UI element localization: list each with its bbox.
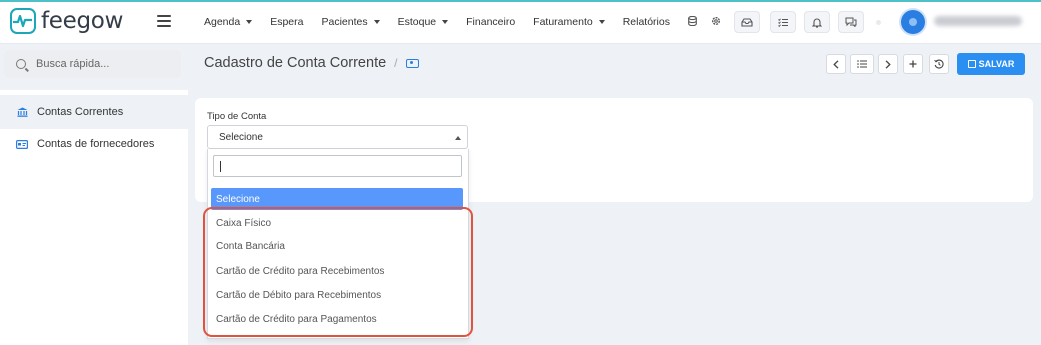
chat-icon[interactable] [838,11,864,33]
search-placeholder: Busca rápida... [36,58,110,70]
card-icon [16,139,28,149]
plus-icon [909,60,917,68]
logo-text: feegow [41,8,124,34]
caret-down-icon [373,20,380,24]
page-title: Cadastro de Conta Corrente / [204,55,419,71]
logo[interactable]: feegow [10,8,123,34]
menu-toggle-icon[interactable] [157,15,171,27]
caret-down-icon [442,20,449,24]
chevron-right-icon [885,59,891,69]
nav-label: Estoque [397,16,437,28]
save-button[interactable]: SALVAR [957,53,1025,75]
status-dot [876,20,881,25]
nav-label: Pacientes [321,16,368,28]
text-cursor [220,161,221,172]
heartbeat-icon [10,8,36,34]
bell-icon[interactable] [804,11,830,33]
nav-label: Financeiro [466,16,516,28]
main-nav: Agenda Espera Pacientes Estoque Financei… [204,0,735,44]
highlight-annotation [203,207,473,337]
bank-icon [16,107,28,117]
tipo-conta-label: Tipo de Conta [207,111,267,122]
nav-financeiro[interactable]: Financeiro [466,16,515,28]
nav-label: Relatórios [622,16,670,28]
gear-icon[interactable] [711,16,721,29]
nav-agenda[interactable]: Agenda [204,16,253,28]
nav-espera[interactable]: Espera [270,16,303,28]
save-label: SALVAR [978,59,1015,69]
history-icon [934,59,944,69]
tipo-conta-select[interactable]: Selecione [207,125,468,149]
quick-search-input[interactable]: Busca rápida... [4,50,181,78]
search-icon [16,59,26,69]
inbox-icon[interactable] [734,11,760,33]
nav-label: Espera [270,16,304,28]
database-icon[interactable] [688,15,697,29]
nav-estoque[interactable]: Estoque [398,16,449,28]
chevron-left-icon [833,59,839,69]
avatar[interactable] [901,10,925,34]
sidebar-item-contas-correntes[interactable]: Contas Correntes [0,95,188,129]
select-value: Selecione [219,131,263,143]
nav-pacientes[interactable]: Pacientes [321,16,380,28]
nav-label: Agenda [204,16,241,28]
nav-relatorios[interactable]: Relatórios [623,16,670,28]
user-name-blurred[interactable] [934,16,1022,26]
save-icon [967,60,976,68]
nav-label: Faturamento [533,16,593,28]
next-button[interactable] [878,54,898,74]
checklist-icon[interactable] [770,11,796,33]
sidebar-item-label: Contas de fornecedores [37,138,155,150]
list-icon [857,60,867,68]
page-title-text: Cadastro de Conta Corrente [204,55,387,71]
dropdown-search-input[interactable] [213,155,462,177]
list-button[interactable] [850,54,874,74]
caret-down-icon [598,20,605,24]
nav-faturamento[interactable]: Faturamento [533,16,605,28]
sidebar-item-contas-fornecedores[interactable]: Contas de fornecedores [0,127,188,161]
history-button[interactable] [929,54,949,74]
money-icon [405,58,419,68]
caret-down-icon [246,20,253,24]
caret-up-icon [455,136,461,140]
breadcrumb-separator: / [394,56,398,70]
sidebar-item-label: Contas Correntes [37,106,124,118]
add-button[interactable] [903,54,923,74]
previous-button[interactable] [826,54,846,74]
